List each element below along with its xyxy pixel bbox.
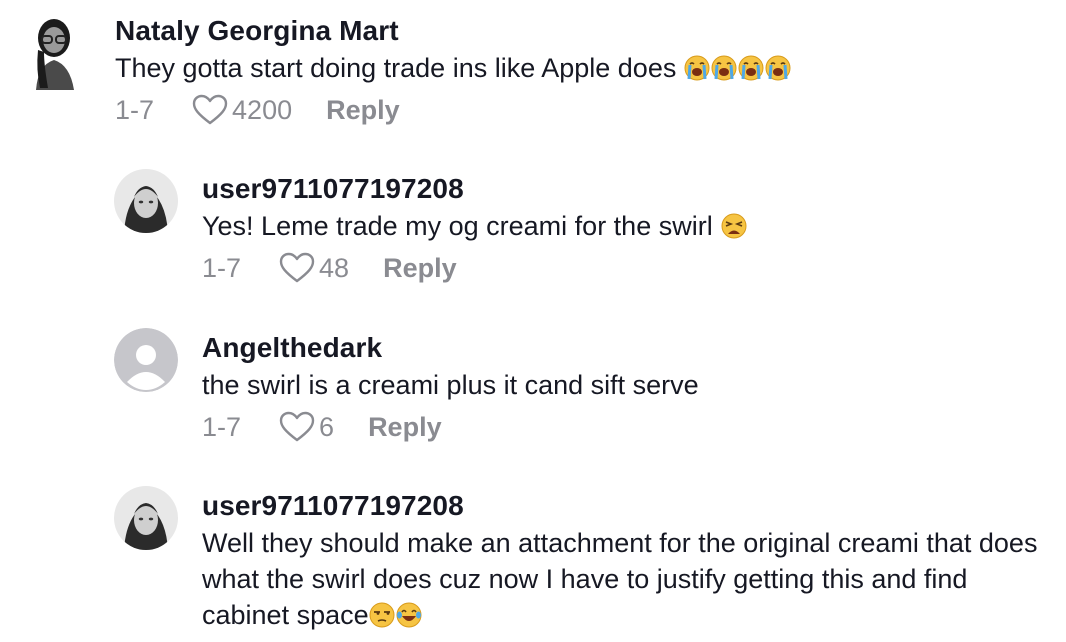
loudly-crying-face-icon (684, 55, 710, 81)
face-with-tears-of-joy-icon (396, 602, 422, 628)
like-button[interactable]: 4200 (192, 94, 292, 126)
heart-outline-icon (192, 94, 228, 125)
like-count: 6 (319, 411, 335, 442)
like-button[interactable]: 48 (279, 252, 349, 284)
comment-date: 1-7 (202, 411, 242, 442)
loudly-crying-face-icon (738, 55, 764, 81)
comment-body: user9711077197208 Well they should make … (202, 489, 1052, 633)
comment-text: the swirl is a creami plus it cand sift … (202, 370, 699, 400)
emoji-group (721, 213, 748, 239)
emoji-group (684, 55, 792, 81)
comment-username[interactable]: user9711077197208 (202, 489, 1052, 523)
comment-meta: 1-7 6 Reply (202, 407, 699, 447)
weary-face-icon (721, 213, 747, 239)
emoji-group (369, 602, 423, 628)
comment-username[interactable]: Nataly Georgina Mart (115, 14, 792, 48)
comment-text: Well they should make an attachment for … (202, 528, 1038, 630)
heart-outline-icon (279, 411, 315, 442)
heart-outline-icon (279, 252, 315, 283)
comment-body: user9711077197208 Yes! Leme trade my og … (202, 172, 748, 288)
comment-date: 1-7 (115, 94, 155, 125)
comment-text: They gotta start doing trade ins like Ap… (115, 50, 792, 86)
comment-username[interactable]: user9711077197208 (202, 172, 748, 206)
reply-button[interactable]: Reply (368, 412, 442, 443)
comment-date: 1-7 (202, 252, 242, 283)
like-count: 4200 (232, 94, 293, 125)
avatar[interactable] (30, 10, 78, 90)
comment-body: Nataly Georgina Mart They gotta start do… (115, 14, 792, 130)
comment-username[interactable]: Angelthedark (202, 331, 699, 365)
comment-body: Angelthedark the swirl is a creami plus … (202, 331, 699, 447)
comment-meta: 1-7 48 Reply (202, 248, 748, 288)
unamused-face-icon (369, 602, 395, 628)
like-button[interactable]: 6 (279, 411, 334, 443)
reply-button[interactable]: Reply (383, 253, 457, 284)
loudly-crying-face-icon (711, 55, 737, 81)
avatar[interactable] (114, 169, 178, 233)
comment-meta: 1-7 4200 Reply (115, 90, 792, 130)
reply-button[interactable]: Reply (326, 95, 400, 126)
avatar[interactable] (114, 486, 178, 550)
like-count: 48 (319, 252, 350, 283)
default-avatar-icon[interactable] (114, 328, 178, 392)
comment-text: Yes! Leme trade my og creami for the swi… (202, 208, 748, 244)
loudly-crying-face-icon (765, 55, 791, 81)
